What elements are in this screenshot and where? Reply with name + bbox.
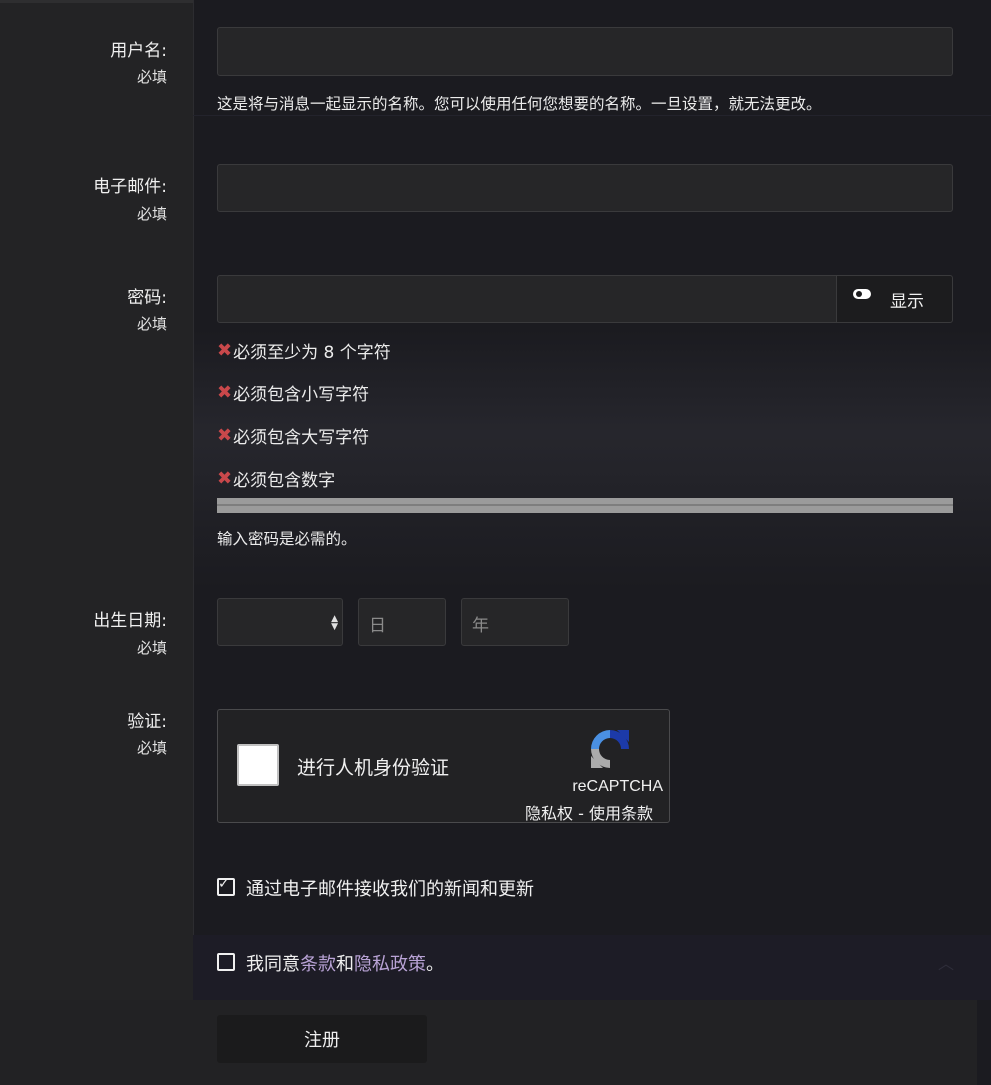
divider <box>193 115 991 116</box>
password-label: 密码: <box>127 288 167 308</box>
email-required: 必填 <box>136 205 167 223</box>
username-input[interactable] <box>217 27 953 76</box>
privacy-link[interactable]: 隐私政策 <box>354 954 426 975</box>
dob-month-select[interactable]: ▲ ▼ <box>217 598 343 646</box>
terms-prefix: 我同意 <box>246 954 300 975</box>
recaptcha-links[interactable]: 隐私权 - 使用条款 <box>525 800 653 824</box>
password-input[interactable] <box>217 275 837 323</box>
select-arrows-icon: ▲ ▼ <box>331 614 338 632</box>
cross-icon: ✖ <box>217 425 233 446</box>
verify-required: 必填 <box>136 739 167 757</box>
email-label: 电子邮件: <box>93 177 167 197</box>
username-label: 用户名: <box>110 41 167 61</box>
password-rule: ✖ 必须包含小写字符 <box>217 380 369 405</box>
newsletter-label: 通过电子邮件接收我们的新闻和更新 <box>246 879 534 900</box>
terms-suffix: 。 <box>426 954 444 975</box>
dob-label: 出生日期: <box>93 611 167 631</box>
dob-year-input[interactable]: 年 <box>461 598 569 646</box>
recaptcha-prompt: 进行人机身份验证 <box>297 757 450 779</box>
username-hint: 这是将与消息一起显示的名称。您可以使用任何您想要的名称。一旦设置，就无法更改。 <box>217 95 822 113</box>
password-rule: ✖ 必须至少为 8 个字符 <box>217 338 391 363</box>
password-rule: ✖ 必须包含数字 <box>217 466 335 491</box>
verify-label: 验证: <box>127 712 167 732</box>
dob-day-placeholder: 日 <box>369 616 386 636</box>
terms-link[interactable]: 条款 <box>300 954 336 975</box>
email-input[interactable] <box>217 164 953 212</box>
password-rule: ✖ 必须包含大写字符 <box>217 423 369 448</box>
chevron-up-icon: ︿ <box>938 954 955 973</box>
dob-day-input[interactable]: 日 <box>358 598 446 646</box>
recaptcha-brand: reCAPTCHA <box>572 778 663 795</box>
show-password-button[interactable]: 显示 <box>836 275 953 323</box>
username-required: 必填 <box>136 68 167 86</box>
dob-required: 必填 <box>136 639 167 657</box>
cross-icon: ✖ <box>217 382 233 403</box>
cross-icon: ✖ <box>217 340 233 361</box>
terms-middle: 和 <box>336 954 354 975</box>
label-column <box>0 0 194 1000</box>
background-artwork <box>193 330 991 590</box>
show-password-label: 显示 <box>890 292 924 312</box>
password-rule-text: 必须包含大写字符 <box>233 428 370 448</box>
password-strength-meter <box>217 498 953 513</box>
password-required: 必填 <box>136 315 167 333</box>
newsletter-checkbox[interactable]: ✓ <box>217 876 235 896</box>
terms-checkbox[interactable] <box>217 953 235 971</box>
recaptcha-logo-icon <box>591 730 629 768</box>
register-button[interactable]: 注册 <box>217 1015 427 1063</box>
recaptcha-widget: 进行人机身份验证 reCAPTCHA 隐私权 - 使用条款 <box>217 709 670 823</box>
password-rule-text: 必须包含小写字符 <box>233 385 370 405</box>
password-rule-text: 必须至少为 8 个字符 <box>233 343 391 363</box>
terms-label: 我同意条款和隐私政策。 <box>246 950 444 976</box>
checkmark-icon: ✓ <box>218 876 230 892</box>
password-rule-text: 必须包含数字 <box>233 471 336 491</box>
password-hint: 输入密码是必需的。 <box>217 530 357 548</box>
footer-edge <box>977 1000 991 1085</box>
cross-icon: ✖ <box>217 468 233 489</box>
form-footer <box>0 1000 977 1085</box>
dob-year-placeholder: 年 <box>472 616 489 636</box>
recaptcha-checkbox[interactable] <box>237 744 279 786</box>
toggle-icon <box>853 289 871 299</box>
